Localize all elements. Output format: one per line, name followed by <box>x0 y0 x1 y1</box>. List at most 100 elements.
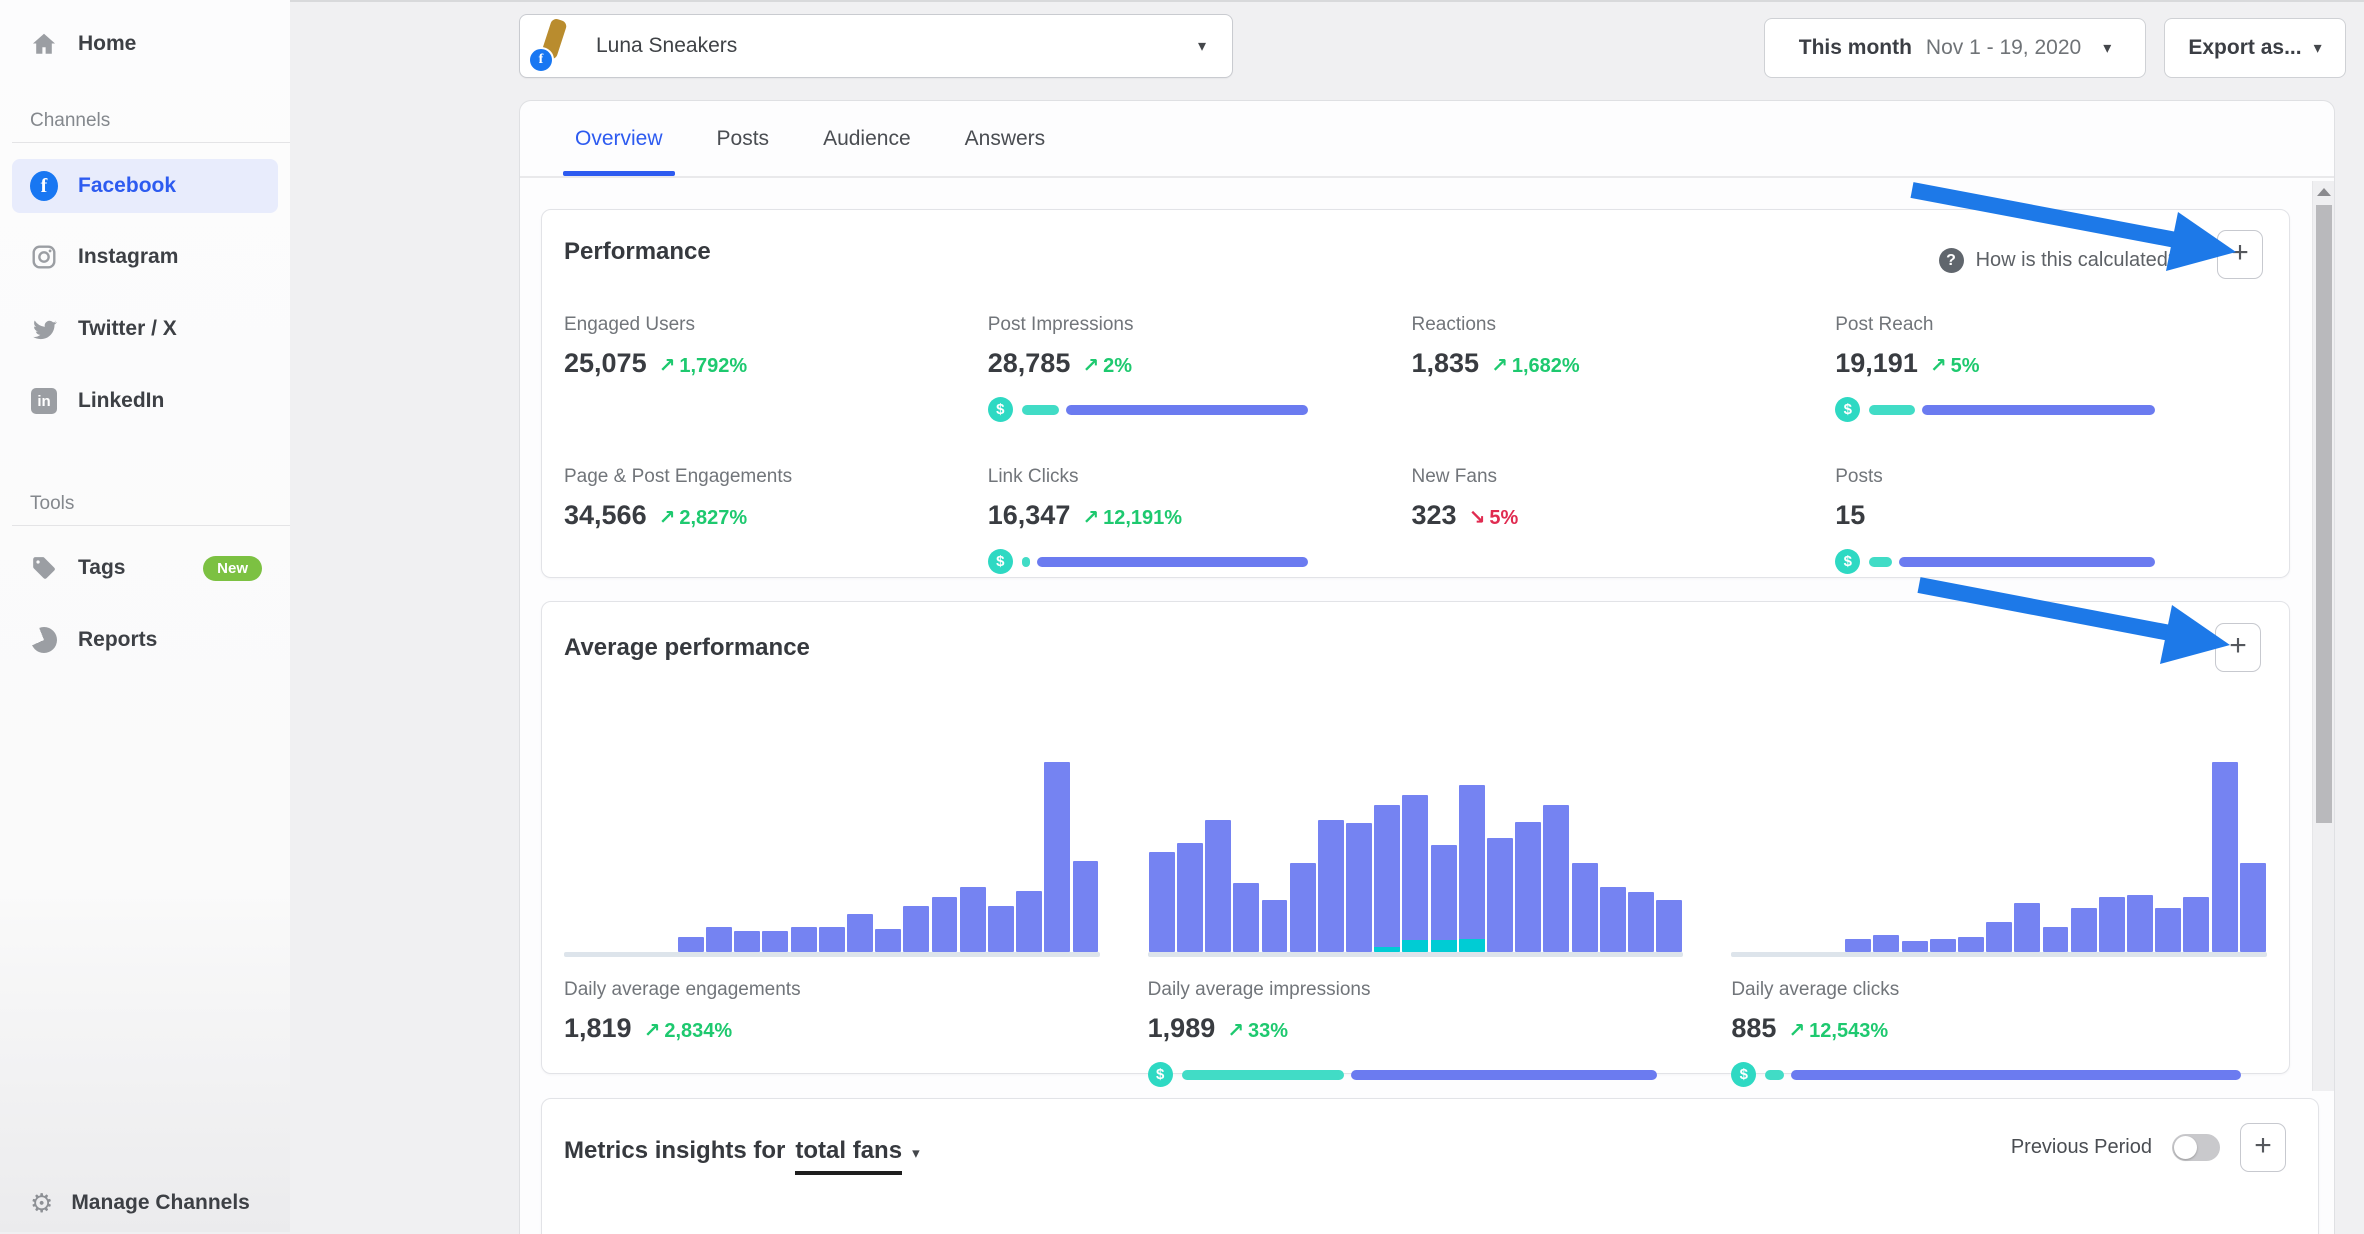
page-selector-dropdown[interactable]: f Luna Sneakers ▾ <box>519 14 1233 78</box>
paid-dollar-icon: $ <box>1731 1062 1756 1087</box>
date-range-dropdown[interactable]: This month Nov 1 - 19, 2020 ▾ <box>1764 18 2146 78</box>
metric-value: 885 <box>1731 1013 1776 1044</box>
window-top-divider <box>0 0 2364 2</box>
metric-new-fans: New Fans 323 ↘ 5% <box>1412 466 1836 574</box>
sidebar-item-home[interactable]: Home <box>12 18 278 70</box>
metric-reactions: Reactions 1,835 ↗ 1,682% <box>1412 314 1836 422</box>
trend-arrow-icon: ↗ <box>1788 1018 1805 1043</box>
date-range-label: Nov 1 - 19, 2020 <box>1926 36 2081 60</box>
previous-period-toggle[interactable] <box>2172 1134 2220 1161</box>
paid-dollar-icon: $ <box>988 549 1013 574</box>
question-icon: ? <box>1939 248 1964 273</box>
chart-baseline <box>1148 952 1684 957</box>
average-performance-title: Average performance <box>564 634 810 662</box>
average-performance-charts: Daily average engagements 1,819 ↗ 2,834%… <box>564 762 2267 1087</box>
tab-posts[interactable]: Posts <box>695 101 792 176</box>
sidebar-item-reports[interactable]: Reports <box>12 614 278 666</box>
paid-organic-bar: $ <box>1148 1062 1660 1087</box>
paid-organic-bar: $ <box>1835 397 2155 422</box>
previous-period-label: Previous Period <box>2011 1136 2152 1159</box>
metric-value: 19,191 <box>1835 348 1918 379</box>
chevron-down-icon: ▾ <box>2103 38 2111 58</box>
home-icon <box>30 30 58 58</box>
metrics-insights-title: Metrics insights for total fans ▾ <box>564 1137 920 1175</box>
analytics-dashboard: Home Channels f Facebook Instagram Twitt… <box>0 0 2364 1234</box>
sidebar-item-label: Facebook <box>78 174 176 198</box>
sidebar-item-label: Reports <box>78 628 157 652</box>
instagram-icon <box>30 243 58 271</box>
vertical-scrollbar <box>2312 181 2334 1091</box>
paid-organic-bar: $ <box>988 549 1308 574</box>
trend-arrow-icon: ↗ <box>644 1018 661 1043</box>
trend-arrow-icon: ↗ <box>659 505 676 530</box>
avg-chart-engagements: Daily average engagements 1,819 ↗ 2,834% <box>564 762 1100 1087</box>
trend-arrow-icon: ↗ <box>1082 353 1099 378</box>
sidebar-item-tags[interactable]: Tags New <box>12 542 278 594</box>
organic-segment <box>1922 405 2155 415</box>
tab-audience[interactable]: Audience <box>801 101 933 176</box>
metric-page-post-engagements: Page & Post Engagements 34,566 ↗ 2,827% <box>564 466 988 574</box>
metric-delta: ↗ 33% <box>1227 1018 1288 1043</box>
avg-chart-impressions: Daily average impressions 1,989 ↗ 33% $ <box>1148 762 1684 1087</box>
organic-segment <box>1066 405 1308 415</box>
bar-chart-impressions <box>1148 762 1684 952</box>
metric-value: 323 <box>1412 500 1457 531</box>
performance-title: Performance <box>564 238 711 266</box>
new-badge: New <box>203 556 262 581</box>
paid-dollar-icon: $ <box>1835 397 1860 422</box>
sidebar-item-twitter[interactable]: Twitter / X <box>12 303 278 355</box>
date-preset-label: This month <box>1799 36 1912 60</box>
tab-answers[interactable]: Answers <box>943 101 1068 176</box>
paid-segment <box>1869 557 1892 567</box>
metric-delta: ↗ 2,834% <box>644 1018 733 1043</box>
paid-dollar-icon: $ <box>1148 1062 1173 1087</box>
metric-value: 1,989 <box>1148 1013 1216 1044</box>
sidebar-item-instagram[interactable]: Instagram <box>12 231 278 283</box>
add-insights-widget-button[interactable]: + <box>2240 1123 2286 1172</box>
organic-segment <box>1351 1070 1657 1080</box>
tab-overview[interactable]: Overview <box>553 101 685 176</box>
metric-delta: ↘ 5% <box>1469 505 1519 530</box>
metric-engaged-users: Engaged Users 25,075 ↗ 1,792% <box>564 314 988 422</box>
add-performance-widget-button[interactable]: + <box>2217 230 2263 279</box>
metric-value: 1,835 <box>1412 348 1480 379</box>
metric-delta: ↗ 12,543% <box>1788 1018 1888 1043</box>
metric-delta: ↗ 2,827% <box>659 505 748 530</box>
chevron-down-icon: ▾ <box>2314 38 2322 58</box>
manage-channels-button[interactable]: ⚙ Manage Channels <box>30 1190 250 1216</box>
metric-selector[interactable]: total fans <box>795 1137 902 1175</box>
tag-icon <box>30 554 58 582</box>
sidebar-item-label: Twitter / X <box>78 317 177 341</box>
performance-metrics-grid: Engaged Users 25,075 ↗ 1,792% Post Impre… <box>564 314 2259 574</box>
page-name: Luna Sneakers <box>596 34 737 58</box>
export-as-button[interactable]: Export as... ▾ <box>2164 18 2346 78</box>
sidebar-divider <box>12 142 290 143</box>
trend-arrow-icon: ↗ <box>1227 1018 1244 1043</box>
trend-arrow-icon: ↘ <box>1469 505 1486 530</box>
paid-segment <box>1869 405 1915 415</box>
trend-arrow-icon: ↗ <box>659 353 676 378</box>
add-average-performance-widget-button[interactable]: + <box>2215 623 2261 672</box>
metrics-insights-card: Metrics insights for total fans ▾ Previo… <box>541 1098 2319 1234</box>
sidebar: Home Channels f Facebook Instagram Twitt… <box>0 0 290 1232</box>
help-label: How is this calculated? <box>1976 249 2179 272</box>
scrollbar-thumb[interactable] <box>2316 205 2332 823</box>
sidebar-item-facebook[interactable]: f Facebook <box>12 159 278 213</box>
trend-arrow-icon: ↗ <box>1930 353 1947 378</box>
paid-organic-bar: $ <box>1731 1062 2243 1087</box>
linkedin-icon: in <box>30 387 58 415</box>
sidebar-item-linkedin[interactable]: in LinkedIn <box>12 375 278 427</box>
sidebar-section-tools: Tools <box>30 493 290 515</box>
chevron-down-icon: ▾ <box>1198 36 1206 56</box>
tab-bar: Overview Posts Audience Answers <box>520 101 2334 178</box>
how-is-this-calculated-link[interactable]: ? How is this calculated? <box>1939 248 2179 273</box>
page-avatar: f <box>532 23 578 69</box>
paid-segment <box>1182 1070 1345 1080</box>
metric-value: 1,819 <box>564 1013 632 1044</box>
paid-dollar-icon: $ <box>988 397 1013 422</box>
facebook-badge-icon: f <box>528 47 554 73</box>
bar-chart-clicks <box>1731 762 2267 952</box>
scroll-up-button[interactable] <box>2313 181 2334 203</box>
paid-dollar-icon: $ <box>1835 549 1860 574</box>
toggle-knob <box>2174 1136 2197 1159</box>
